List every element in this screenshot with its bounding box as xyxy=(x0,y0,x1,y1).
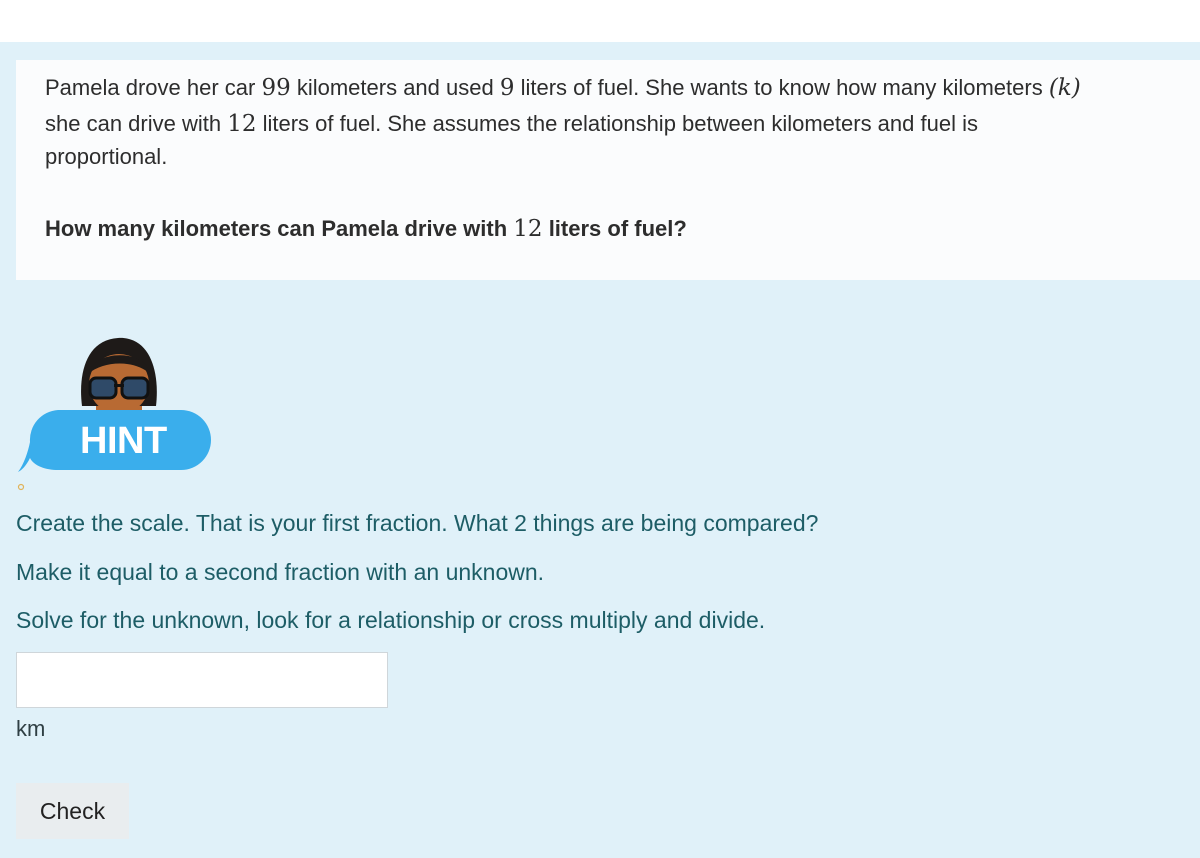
hint-line-3: Solve for the unknown, look for a relati… xyxy=(16,607,766,633)
answer-input[interactable] xyxy=(16,652,388,708)
problem-text-segment: she can drive with xyxy=(45,111,228,136)
problem-text: Pamela drove her car 99 kilometers and u… xyxy=(45,70,1200,172)
check-button[interactable]: Check xyxy=(16,783,129,839)
question-segment: How many kilometers can Pamela drive wit… xyxy=(45,216,514,241)
hint-line-1: Create the scale. That is your first fra… xyxy=(16,510,819,536)
target-fuel-value: 12 xyxy=(227,111,257,137)
fuel-value: 9 xyxy=(499,75,515,101)
variable-k: (k) xyxy=(1048,75,1081,101)
problem-text-segment: liters of fuel. She wants to know how ma… xyxy=(514,75,1049,100)
problem-text-segment: Pamela drove her car xyxy=(45,75,262,100)
problem-text-segment: liters of fuel. She assumes the relation… xyxy=(256,111,978,136)
hint-line-2: Make it equal to a second fraction with … xyxy=(16,559,545,585)
question-text: How many kilometers can Pamela drive wit… xyxy=(45,216,687,242)
hint-label[interactable]: HINT xyxy=(80,420,167,463)
avatar-icon xyxy=(81,337,157,414)
problem-line-1: Pamela drove her car 99 kilometers and u… xyxy=(45,70,1200,106)
question-value: 12 xyxy=(513,216,543,242)
problem-text-segment: kilometers and used xyxy=(290,75,500,100)
problem-line-3: proportional. xyxy=(45,144,168,169)
question-segment: liters of fuel? xyxy=(542,216,687,241)
unit-label: km xyxy=(16,716,46,741)
km-value: 99 xyxy=(261,75,291,101)
problem-line-2: she can drive with 12 liters of fuel. Sh… xyxy=(45,106,1200,142)
small-circle-icon xyxy=(17,483,25,491)
